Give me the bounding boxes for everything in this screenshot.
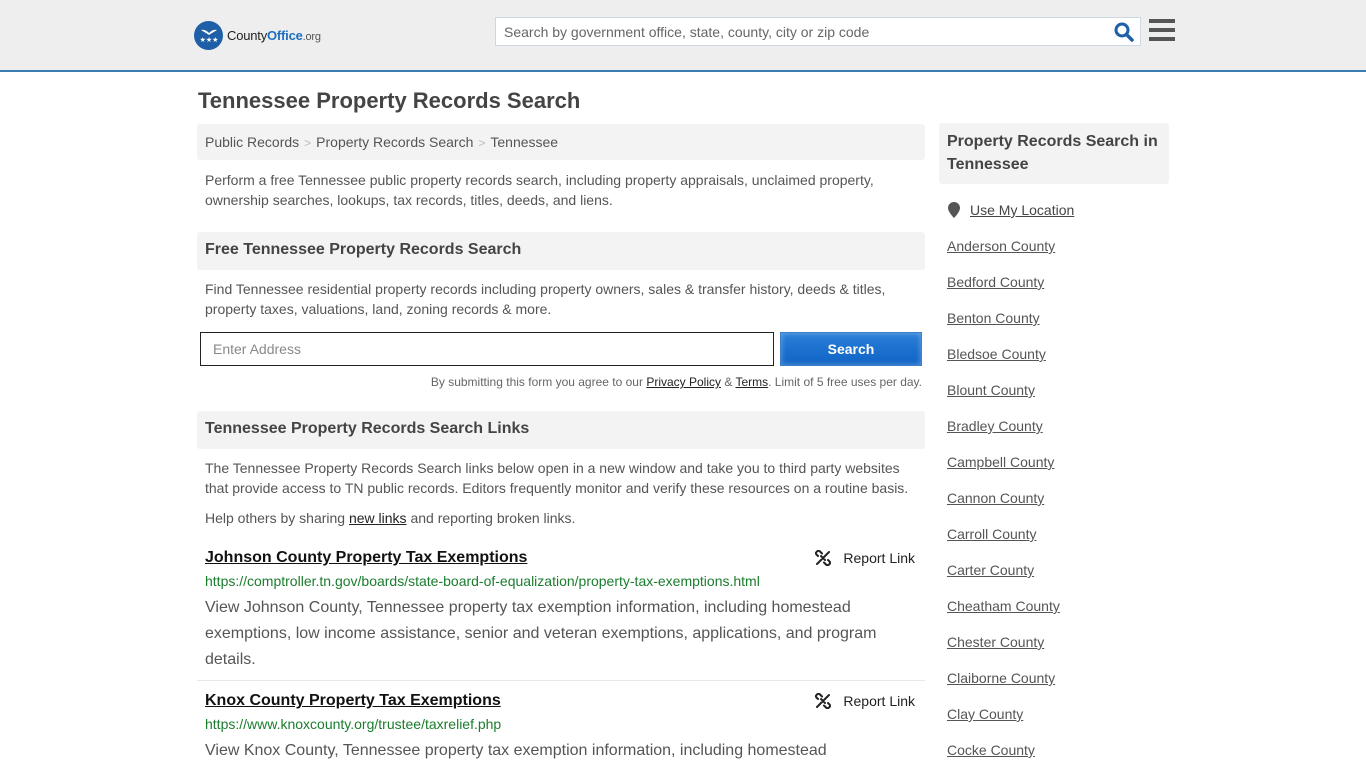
county-list-item: Benton County xyxy=(947,310,1060,346)
free-search-description: Find Tennessee residential property reco… xyxy=(205,281,886,317)
county-list-item: Bedford County xyxy=(947,274,1060,310)
county-link[interactable]: Claiborne County xyxy=(947,670,1055,686)
county-list-item: Cocke County xyxy=(947,742,1060,778)
use-my-location-link[interactable]: Use My Location xyxy=(970,202,1074,218)
new-links-link[interactable]: new links xyxy=(349,510,407,526)
county-link[interactable]: Bedford County xyxy=(947,274,1044,290)
intro-text: Perform a free Tennessee public property… xyxy=(205,172,874,208)
breadcrumb-property-records-search[interactable]: Property Records Search xyxy=(316,134,473,150)
page-title: Tennessee Property Records Search xyxy=(198,88,581,113)
county-link[interactable]: Carter County xyxy=(947,562,1034,578)
broken-link-icon xyxy=(815,693,832,709)
help-text-suffix: and reporting broken links. xyxy=(406,510,576,526)
county-link[interactable]: Benton County xyxy=(947,310,1040,326)
logo-wordmark: CountyOffice.org xyxy=(227,27,321,43)
report-link-label: Report Link xyxy=(843,693,915,709)
address-search-button[interactable]: Search xyxy=(780,332,922,366)
map-pin-icon xyxy=(948,202,960,218)
county-link[interactable]: Bledsoe County xyxy=(947,346,1046,362)
resource-description: View Knox County, Tennessee property tax… xyxy=(205,742,827,759)
eagle-stars-icon: ★★★ xyxy=(194,20,223,50)
breadcrumb-tennessee[interactable]: Tennessee xyxy=(490,134,558,150)
site-search-input[interactable] xyxy=(496,18,1106,45)
item-divider xyxy=(197,680,925,681)
use-my-location: Use My Location xyxy=(948,202,1074,218)
county-list-item: Campbell County xyxy=(947,454,1060,490)
county-link[interactable]: Cheatham County xyxy=(947,598,1060,614)
site-search xyxy=(495,17,1141,46)
report-link-button[interactable]: Report Link xyxy=(815,550,915,566)
report-link-label: Report Link xyxy=(843,550,915,566)
disclaimer-text: By submitting this form you agree to our xyxy=(430,375,647,389)
county-link[interactable]: Campbell County xyxy=(947,454,1054,470)
terms-link[interactable]: Terms xyxy=(735,375,768,389)
breadcrumb-public-records[interactable]: Public Records xyxy=(205,134,299,150)
resource-url: https://www.knoxcounty.org/trustee/taxre… xyxy=(205,716,502,732)
county-list-item: Blount County xyxy=(947,382,1060,418)
breadcrumb-separator: > xyxy=(478,136,486,150)
search-icon[interactable] xyxy=(1114,22,1134,42)
county-list-item: Cannon County xyxy=(947,490,1060,526)
resource-description: View Johnson County, Tennessee property … xyxy=(205,599,877,668)
breadcrumb-separator: > xyxy=(304,136,312,150)
free-search-heading: Free Tennessee Property Records Search xyxy=(197,232,925,270)
site-logo[interactable]: ★★★ CountyOffice.org xyxy=(194,20,321,50)
privacy-policy-link[interactable]: Privacy Policy xyxy=(646,375,721,389)
links-section-description: The Tennessee Property Records Search li… xyxy=(205,460,909,496)
county-link[interactable]: Cannon County xyxy=(947,490,1044,506)
resource-link-title[interactable]: Knox County Property Tax Exemptions xyxy=(205,692,501,710)
form-disclaimer: By submitting this form you agree to our… xyxy=(420,375,922,389)
county-list-item: Cheatham County xyxy=(947,598,1060,634)
breadcrumb: Public Records > Property Records Search > T… xyxy=(197,124,925,160)
help-text-prefix: Help others by sharing xyxy=(205,510,349,526)
hamburger-menu-icon[interactable] xyxy=(1149,19,1175,41)
county-link[interactable]: Clay County xyxy=(947,706,1023,722)
links-section-heading: Tennessee Property Records Search Links xyxy=(197,411,925,449)
site-header: ★★★ CountyOffice.org xyxy=(0,0,1366,72)
disclaimer-text: & xyxy=(721,375,736,389)
sidebar-heading: Property Records Search in Tennessee xyxy=(939,123,1169,184)
help-text: Help others by sharing new links and rep… xyxy=(205,508,917,528)
county-list: Anderson County Bedford County Benton Coun… xyxy=(947,238,1060,778)
county-list-item: Carter County xyxy=(947,562,1060,598)
county-list-item: Carroll County xyxy=(947,526,1060,562)
county-link[interactable]: Carroll County xyxy=(947,526,1036,542)
county-list-item: Chester County xyxy=(947,634,1060,670)
resource-url: https://comptroller.tn.gov/boards/state-… xyxy=(205,573,760,589)
address-input[interactable] xyxy=(200,332,774,366)
resource-link-title[interactable]: Johnson County Property Tax Exemptions xyxy=(205,549,527,567)
county-list-item: Bledsoe County xyxy=(947,346,1060,382)
county-list-item: Anderson County xyxy=(947,238,1060,274)
svg-text:★★★: ★★★ xyxy=(199,36,218,44)
county-link[interactable]: Blount County xyxy=(947,382,1035,398)
county-link[interactable]: Cocke County xyxy=(947,742,1035,758)
county-list-item: Claiborne County xyxy=(947,670,1060,706)
county-link[interactable]: Bradley County xyxy=(947,418,1043,434)
disclaimer-text: . Limit of 5 free uses per day. xyxy=(768,375,922,389)
report-link-button[interactable]: Report Link xyxy=(815,693,915,709)
broken-link-icon xyxy=(815,550,832,566)
county-link[interactable]: Chester County xyxy=(947,634,1044,650)
county-list-item: Bradley County xyxy=(947,418,1060,454)
county-list-item: Clay County xyxy=(947,706,1060,742)
county-link[interactable]: Anderson County xyxy=(947,238,1055,254)
